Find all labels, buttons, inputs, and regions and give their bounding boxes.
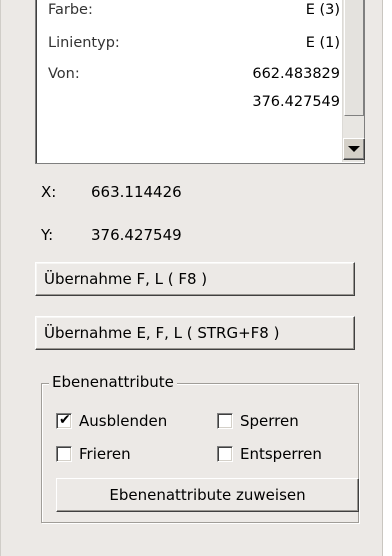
scroll-down-button[interactable]	[343, 138, 365, 160]
layer-attributes-title: Ebenenattribute	[49, 372, 177, 392]
property-value: 662.483829	[252, 66, 340, 82]
checkbox-box[interactable]	[217, 413, 233, 429]
lock-label: Sperren	[240, 412, 299, 430]
vertical-scrollbar[interactable]	[342, 0, 365, 162]
freeze-label: Frieren	[79, 445, 131, 463]
assign-layer-attributes-button[interactable]: Ebenenattribute zuweisen	[56, 478, 359, 512]
checkbox-box[interactable]: ✔	[56, 412, 72, 429]
property-key: Linientyp:	[48, 35, 120, 51]
property-row-linetype: Linientyp: E (1)	[48, 32, 340, 54]
scrollbar-thumb[interactable]	[344, 0, 364, 116]
y-value: 376.427549	[91, 226, 182, 244]
property-value: E (1)	[305, 35, 340, 51]
property-list: Farbe: E (3) Linientyp: E (1) Von: 662.4…	[38, 0, 343, 162]
property-list-box[interactable]: Farbe: E (3) Linientyp: E (1) Von: 662.4…	[35, 0, 365, 164]
panel-edge	[382, 0, 392, 556]
property-key: Von:	[48, 66, 80, 82]
checkmark-icon: ✔	[59, 412, 71, 428]
property-row-color: Farbe: E (3)	[48, 0, 340, 21]
property-value: E (3)	[305, 2, 340, 18]
y-label: Y:	[41, 226, 54, 244]
property-row-from: Von: 662.483829	[48, 63, 340, 85]
property-row-from-y: 376.427549	[48, 91, 340, 113]
property-key: Farbe:	[48, 2, 93, 18]
triangle-down-icon	[348, 146, 360, 152]
unlock-label: Entsperren	[240, 445, 322, 463]
x-label: X:	[41, 183, 57, 201]
take-fl-button[interactable]: Übernahme F, L ( F8 )	[35, 262, 355, 296]
hide-label: Ausblenden	[79, 412, 168, 430]
take-efl-button[interactable]: Übernahme E, F, L ( STRG+F8 )	[35, 316, 355, 350]
properties-panel: Farbe: E (3) Linientyp: E (1) Von: 662.4…	[0, 0, 382, 556]
checkbox-box[interactable]	[217, 446, 233, 462]
property-value: 376.427549	[252, 94, 340, 110]
x-value: 663.114426	[91, 183, 182, 201]
checkbox-box[interactable]	[56, 446, 72, 462]
